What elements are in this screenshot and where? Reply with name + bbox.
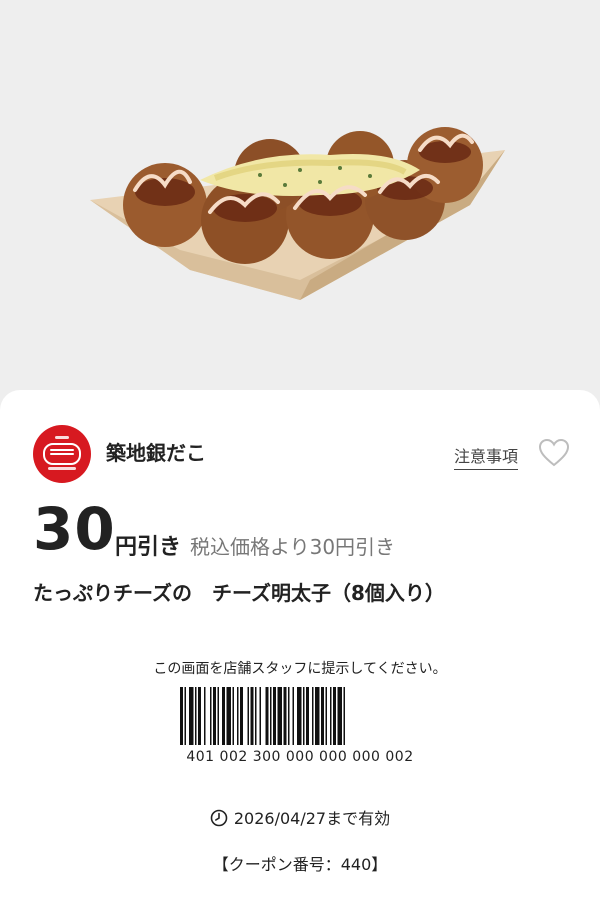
barcode-bar — [226, 687, 231, 745]
barcode-number: 401 002 300 000 000 000 002 — [186, 749, 414, 765]
barcode-bar — [292, 687, 294, 745]
barcode-bar — [277, 687, 282, 745]
barcode-bar — [247, 687, 249, 745]
shop-name: 築地銀だこ — [106, 441, 206, 465]
barcode-bar — [297, 687, 302, 745]
barcode-bar — [204, 687, 206, 745]
barcode — [180, 687, 420, 749]
barcode-bar — [288, 687, 290, 745]
barcode-bar — [283, 687, 287, 745]
barcode-bar — [210, 687, 212, 745]
barcode-bar — [180, 687, 183, 745]
barcode-bar — [343, 687, 345, 745]
barcode-bar — [325, 687, 327, 745]
barcode-bar — [222, 687, 225, 745]
expiry: 2026/04/27まで有効 — [0, 805, 600, 829]
barcode-bar — [273, 687, 276, 745]
clock-icon — [210, 809, 228, 827]
instruction-text: この画面を店舗スタッフに提示してください。 — [153, 661, 447, 677]
barcode-bar — [303, 687, 305, 745]
heart-outline-icon[interactable] — [538, 438, 570, 468]
barcode-bar — [189, 687, 194, 745]
barcode-bar — [337, 687, 342, 745]
barcode-bar — [213, 687, 216, 745]
barcode-bar — [198, 687, 201, 745]
barcode-bar — [255, 687, 257, 745]
barcode-bar — [270, 687, 272, 745]
barcode-bar — [333, 687, 336, 745]
barcode-bar — [321, 687, 324, 745]
product-title: たっぷりチーズの チーズ明太子（8個入り） — [33, 581, 445, 605]
barcode-bar — [250, 687, 254, 745]
discount-amount: 30 — [33, 495, 116, 563]
barcode-bar — [195, 687, 197, 745]
barcode-bar — [306, 687, 309, 745]
barcode-bar — [240, 687, 243, 745]
barcode-bar — [312, 687, 314, 745]
discount-unit: 円引き — [115, 535, 182, 560]
barcode-bar — [265, 687, 269, 745]
barcode-bar — [184, 687, 186, 745]
notes-link[interactable]: 注意事項 — [454, 443, 519, 470]
barcode-bar — [330, 687, 332, 745]
barcode-bar — [237, 687, 239, 745]
discount-note: 税込価格より30円引き — [190, 535, 396, 559]
barcode-bar — [217, 687, 219, 745]
expiry-text: 2026/04/27まで有効 — [233, 809, 391, 828]
barcode-bar — [259, 687, 261, 745]
gindaco-logo-icon — [33, 425, 91, 483]
barcode-bar — [315, 687, 320, 745]
coupon-number: 【クーポン番号：440】 — [212, 855, 388, 874]
product-image — [0, 0, 600, 400]
barcode-bar — [232, 687, 234, 745]
